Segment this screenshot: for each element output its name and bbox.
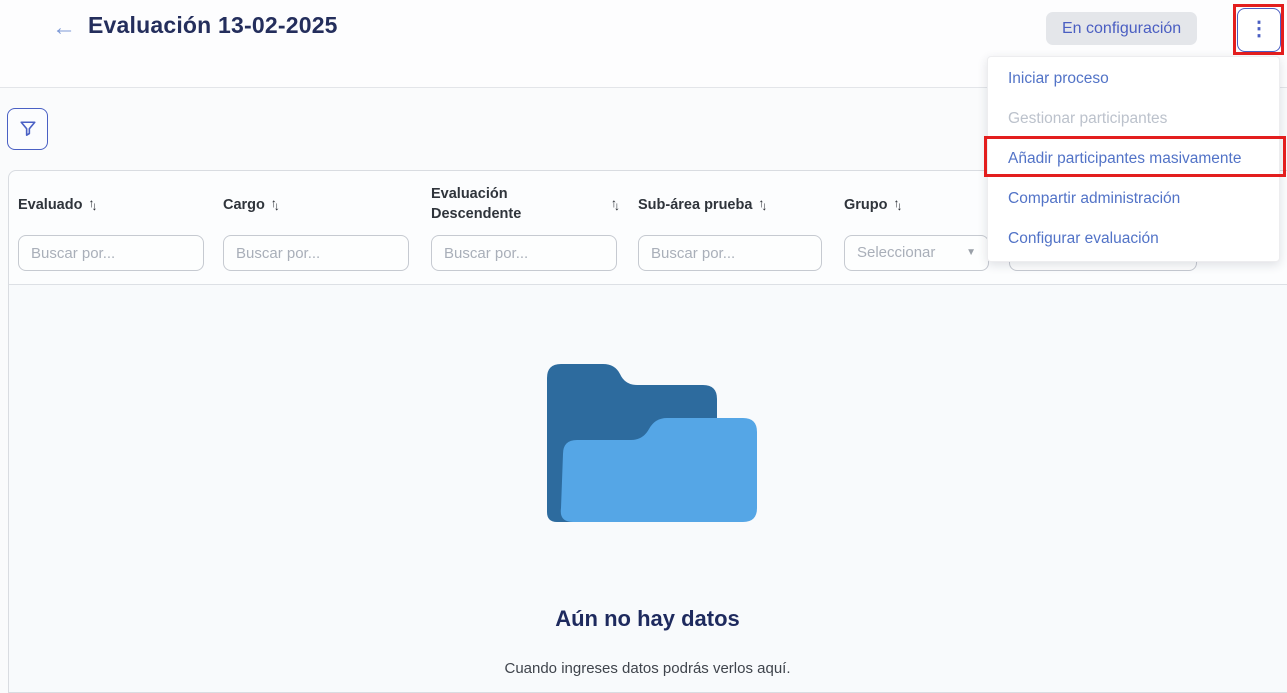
column-label: Cargo	[223, 197, 265, 213]
empty-folder-illustration	[539, 356, 761, 522]
sort-icon[interactable]: ↑↓	[271, 198, 277, 212]
search-input-evaluado[interactable]	[18, 235, 204, 271]
sort-icon[interactable]: ↑↓	[758, 198, 764, 212]
column-label: Evaluación Descendente	[431, 185, 551, 224]
sort-icon[interactable]: ↑↓	[611, 197, 617, 213]
empty-state-title: Aún no hay datos	[0, 606, 1287, 632]
kebab-icon: ⋮	[1249, 18, 1269, 40]
column-label: Grupo	[844, 197, 888, 213]
menu-item-anadir-participantes-masivamente[interactable]: Añadir participantes masivamente	[988, 139, 1279, 179]
menu-item-compartir-administracion[interactable]: Compartir administración	[988, 179, 1279, 219]
search-input-sub-area-prueba[interactable]	[638, 235, 822, 271]
grupo-select[interactable]: Seleccionar ▼	[844, 235, 989, 271]
sort-icon[interactable]: ↑↓	[894, 198, 900, 212]
status-badge: En configuración	[1046, 12, 1197, 45]
menu-item-iniciar-proceso[interactable]: Iniciar proceso	[988, 59, 1279, 99]
column-header: Evaluación Descendente ↑↓	[431, 181, 617, 229]
sort-icon[interactable]: ↑↓	[88, 198, 94, 212]
empty-state-subtitle: Cuando ingreses datos podrás verlos aquí…	[0, 660, 1287, 677]
column-header: Evaluado ↑↓	[18, 181, 94, 229]
select-value: Seleccionar	[857, 244, 935, 261]
kebab-menu-button[interactable]: ⋮	[1237, 8, 1281, 52]
funnel-icon	[19, 120, 37, 138]
kebab-dropdown-menu: Iniciar proceso Gestionar participantes …	[987, 56, 1280, 262]
menu-item-configurar-evaluacion[interactable]: Configurar evaluación	[988, 219, 1279, 259]
page-title: Evaluación 13-02-2025	[88, 12, 338, 39]
filter-button[interactable]	[7, 108, 48, 150]
column-cargo: Cargo ↑↓	[223, 171, 409, 285]
column-sub-area-prueba: Sub-área prueba ↑↓	[638, 171, 822, 285]
column-header: Sub-área prueba ↑↓	[638, 181, 764, 229]
search-input-evaluacion-descendente[interactable]	[431, 235, 617, 271]
column-label: Evaluado	[18, 197, 82, 213]
chevron-down-icon: ▼	[966, 236, 976, 270]
column-header: Cargo ↑↓	[223, 181, 277, 229]
column-header: Grupo ↑↓	[844, 181, 900, 229]
search-input-cargo[interactable]	[223, 235, 409, 271]
back-icon[interactable]: ←	[52, 13, 76, 43]
column-grupo: Grupo ↑↓ Seleccionar ▼	[844, 171, 989, 285]
column-evaluacion-descendente: Evaluación Descendente ↑↓	[431, 171, 617, 285]
menu-item-gestionar-participantes: Gestionar participantes	[988, 99, 1279, 139]
column-label: Sub-área prueba	[638, 197, 752, 213]
column-evaluado: Evaluado ↑↓	[18, 171, 204, 285]
